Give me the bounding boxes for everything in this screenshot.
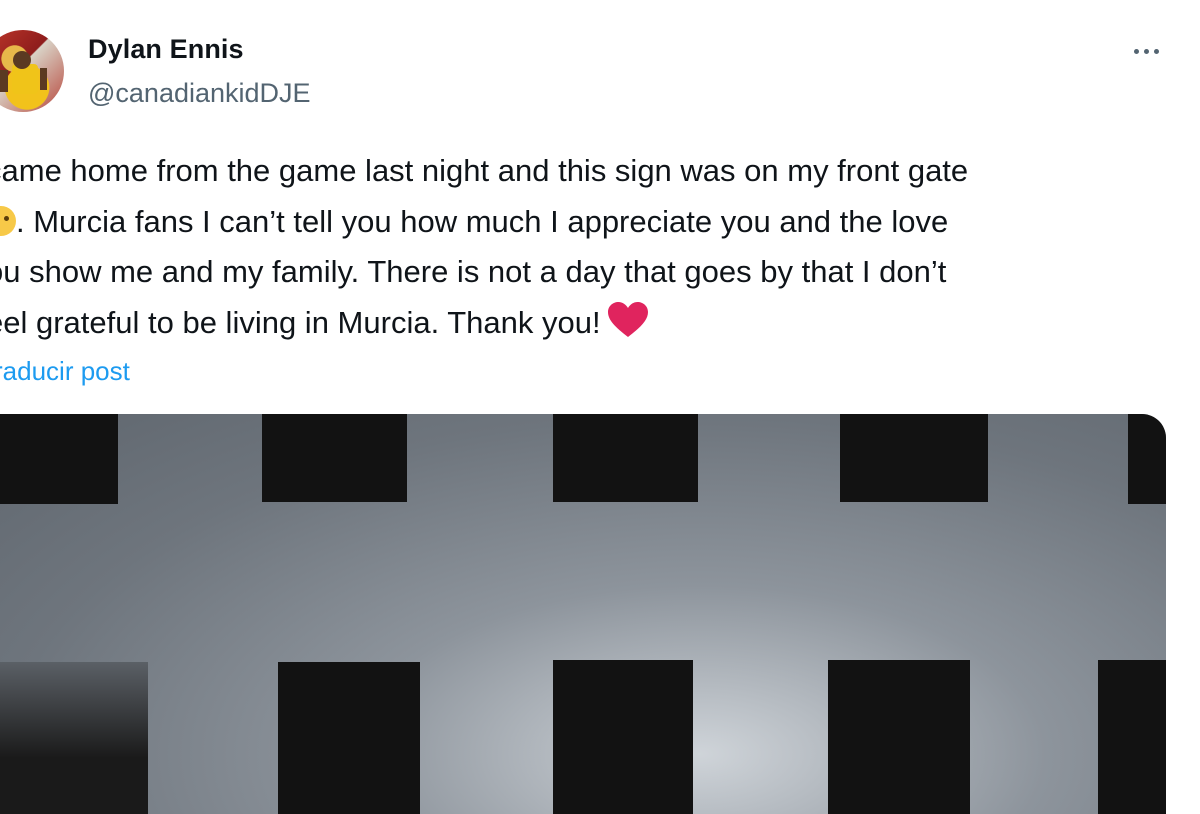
tweet-text-line: ou show me and my family. There is not a… [0,254,947,289]
tweet-text-line: eel grateful to be living in Murcia. Tha… [0,298,1176,355]
gate-opening [0,662,148,814]
smiling-face-emoji-icon [0,205,16,236]
gate-opening [262,414,407,502]
red-heart-icon [607,301,649,355]
author-name[interactable]: Dylan Ennis [88,34,244,65]
gate-opening [1098,660,1166,814]
more-horizontal-icon [1133,48,1139,54]
author-handle[interactable]: @canadiankidDJE [88,78,311,109]
tweet-text: came home from the game last night and t… [0,146,1176,354]
gate-opening [553,414,698,502]
more-options-button[interactable] [1122,36,1170,66]
tweet-media-image[interactable] [0,414,1166,814]
gate-opening [553,660,693,814]
tweet-text-line: . Murcia fans I can’t tell you how much … [0,197,1176,248]
gate-opening [828,660,970,814]
gate-opening [278,662,420,814]
author-avatar[interactable] [0,30,64,112]
tweet-text-line: came home from the game last night and t… [0,153,969,188]
gate-opening [840,414,988,502]
translate-post-link[interactable]: raducir post [0,356,130,387]
gate-opening [0,414,118,504]
gate-opening [1128,414,1166,504]
